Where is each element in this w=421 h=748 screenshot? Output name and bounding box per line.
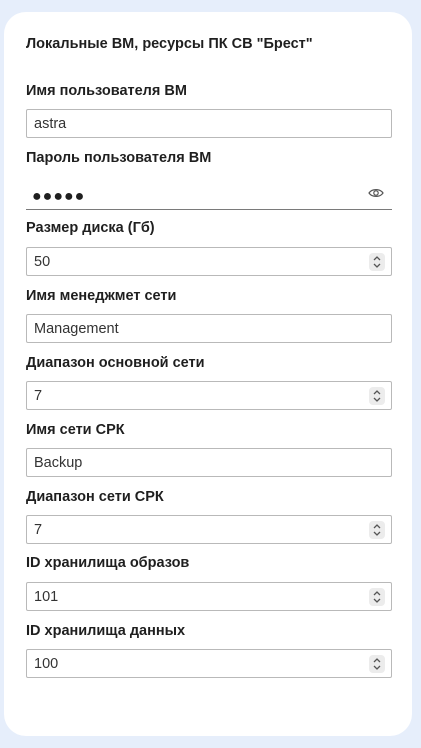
stepper-icon[interactable]	[369, 588, 385, 606]
stepper-icon[interactable]	[369, 521, 385, 539]
username-value: astra	[34, 116, 67, 132]
password-label: Пароль пользователя ВМ	[26, 150, 212, 166]
srk-net-name-input[interactable]: Backup	[26, 448, 392, 477]
password-value: ●●●●●	[32, 188, 86, 205]
username-input[interactable]: astra	[26, 109, 392, 138]
eye-icon[interactable]	[368, 186, 384, 200]
stepper-icon[interactable]	[369, 253, 385, 271]
main-net-range-label: Диапазон основной сети	[26, 355, 205, 371]
mgmt-net-name-label: Имя менеджмет сети	[26, 288, 177, 304]
stepper-icon[interactable]	[369, 387, 385, 405]
form-title: Локальные ВМ, ресурсы ПК СВ "Брест"	[26, 36, 313, 52]
srk-net-range-label: Диапазон сети СРК	[26, 489, 164, 505]
disk-size-label: Размер диска (Гб)	[26, 220, 155, 236]
disk-size-value: 50	[34, 254, 51, 270]
image-store-id-label: ID хранилища образов	[26, 555, 190, 571]
srk-net-range-value: 7	[34, 522, 43, 538]
mgmt-net-name-value: Management	[34, 321, 119, 337]
main-net-range-value: 7	[34, 388, 43, 404]
mgmt-net-name-input[interactable]: Management	[26, 314, 392, 343]
main-net-range-input[interactable]: 7	[26, 381, 392, 410]
srk-net-name-label: Имя сети СРК	[26, 422, 125, 438]
username-label: Имя пользователя ВМ	[26, 83, 187, 99]
password-input[interactable]: ●●●●●	[26, 186, 392, 210]
disk-size-input[interactable]: 50	[26, 247, 392, 276]
image-store-id-input[interactable]: 101	[26, 582, 392, 611]
form-card: Локальные ВМ, ресурсы ПК СВ "Брест" Имя …	[4, 12, 412, 736]
srk-net-range-input[interactable]: 7	[26, 515, 392, 544]
srk-net-name-value: Backup	[34, 455, 83, 471]
data-store-id-input[interactable]: 100	[26, 649, 392, 678]
image-store-id-value: 101	[34, 589, 59, 605]
stepper-icon[interactable]	[369, 655, 385, 673]
data-store-id-value: 100	[34, 656, 59, 672]
data-store-id-label: ID хранилища данных	[26, 623, 186, 639]
